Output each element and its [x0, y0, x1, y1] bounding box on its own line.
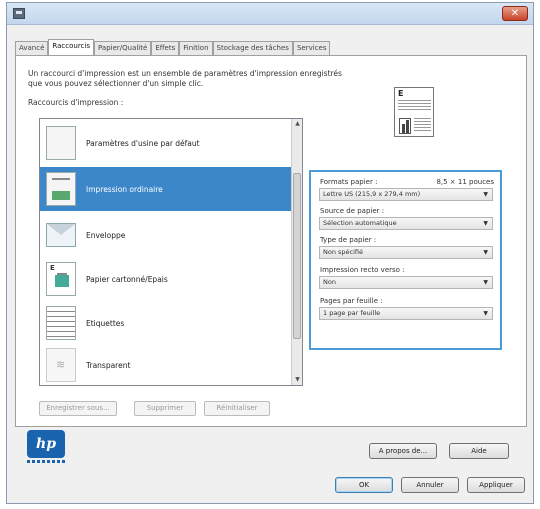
help-button[interactable]: Aide — [449, 443, 509, 459]
scroll-down-icon[interactable]: ▼ — [293, 375, 302, 385]
list-scrollbar[interactable]: ▲ ▼ — [291, 119, 302, 385]
paper-size-note: 8,5 × 11 pouces — [436, 178, 494, 186]
paper-size-select[interactable]: Lettre US (215,9 x 279,4 mm) ▼ — [319, 188, 493, 201]
pages-per-sheet-label: Pages par feuille : — [320, 297, 383, 305]
document-lines-icon — [46, 262, 76, 296]
about-button[interactable]: A propos de... — [369, 443, 437, 459]
hp-logo-tagline — [27, 460, 65, 463]
tab-services[interactable]: Services — [292, 41, 331, 55]
chevron-down-icon: ▼ — [483, 249, 488, 256]
paper-size-label: Formats papier : — [320, 178, 378, 186]
reset-button[interactable]: Réinitialiser — [204, 401, 270, 416]
scroll-thumb[interactable] — [293, 173, 301, 339]
list-item-label: Papier cartonné/Epais — [86, 274, 168, 284]
preview-text-block — [414, 118, 431, 133]
document-photo-icon — [46, 172, 76, 206]
labels-icon — [46, 306, 76, 340]
paper-type-select[interactable]: Non spécifié ▼ — [319, 246, 493, 259]
list-item-factory-defaults[interactable]: Paramètres d'usine par défaut — [40, 121, 292, 165]
ok-button[interactable]: OK — [335, 477, 393, 493]
list-item-label: Transparent — [86, 360, 131, 370]
paper-source-value: Sélection automatique — [323, 219, 397, 227]
list-item-cardstock[interactable]: Papier cartonné/Epais — [40, 257, 292, 301]
envelope-icon — [46, 223, 76, 247]
scroll-up-icon[interactable]: ▲ — [293, 119, 302, 129]
title-bar: ✕ — [7, 3, 533, 25]
pages-per-sheet-select[interactable]: 1 page par feuille ▼ — [319, 307, 493, 320]
preview-chart-icon — [399, 118, 411, 134]
shortcut-settings: Formats papier : 8,5 × 11 pouces Lettre … — [309, 170, 502, 350]
list-item-labels[interactable]: Etiquettes — [40, 301, 292, 345]
list-item-transparency[interactable]: Transparent — [40, 343, 292, 385]
chevron-down-icon: ▼ — [483, 310, 488, 317]
list-item-label: Etiquettes — [86, 318, 125, 328]
tab-paper-quality[interactable]: Papier/Qualité — [94, 41, 152, 55]
chevron-down-icon: ▼ — [483, 220, 488, 227]
tab-job-storage[interactable]: Stockage des tâches — [212, 41, 293, 55]
tab-finishing[interactable]: Finition — [179, 41, 213, 55]
hp-logo: hp — [27, 430, 65, 458]
shortcuts-list[interactable]: Paramètres d'usine par défaut Impression… — [39, 118, 303, 386]
pages-per-sheet-value: 1 page par feuille — [323, 309, 381, 317]
list-item-label: Paramètres d'usine par défaut — [86, 138, 200, 148]
preview-text-lines — [398, 100, 431, 110]
tab-advanced[interactable]: Avancé — [15, 41, 49, 55]
cancel-button[interactable]: Annuler — [401, 477, 459, 493]
duplex-select[interactable]: Non ▼ — [319, 276, 493, 289]
paper-type-label: Type de papier : — [320, 236, 377, 244]
list-item-label: Enveloppe — [86, 230, 126, 240]
list-item-label: Impression ordinaire — [86, 184, 163, 194]
paper-type-value: Non spécifié — [323, 248, 364, 256]
list-item-everyday-printing[interactable]: Impression ordinaire — [40, 167, 292, 211]
printer-properties-dialog: ✕ Avancé Raccourcis Papier/Qualité Effet… — [6, 2, 534, 504]
tab-effects[interactable]: Effets — [151, 41, 180, 55]
tab-shortcuts[interactable]: Raccourcis — [48, 39, 94, 55]
save-as-button[interactable]: Enregistrer sous... — [39, 401, 117, 416]
shortcuts-list-label: Raccourcis d'impression : — [28, 98, 124, 107]
shortcuts-panel: Un raccourci d'impression est un ensembl… — [15, 55, 527, 427]
duplex-label: Impression recto verso : — [320, 266, 405, 274]
paper-source-select[interactable]: Sélection automatique ▼ — [319, 217, 493, 230]
printer-icon — [13, 8, 25, 19]
preview-letter: E — [398, 89, 404, 98]
list-item-envelope[interactable]: Enveloppe — [40, 213, 292, 257]
chevron-down-icon: ▼ — [483, 279, 488, 286]
paper-source-label: Source de papier : — [320, 207, 385, 215]
duplex-value: Non — [323, 278, 336, 286]
close-button[interactable]: ✕ — [502, 6, 528, 21]
shortcuts-description: Un raccourci d'impression est un ensembl… — [28, 69, 342, 88]
chevron-down-icon: ▼ — [483, 191, 488, 198]
delete-button[interactable]: Supprimer — [134, 401, 196, 416]
transparency-icon — [46, 348, 76, 382]
apply-button[interactable]: Appliquer — [467, 477, 525, 493]
blank-page-icon — [46, 126, 76, 160]
paper-size-value: Lettre US (215,9 x 279,4 mm) — [323, 190, 421, 198]
tab-strip: Avancé Raccourcis Papier/Qualité Effets … — [15, 39, 331, 55]
page-preview: E — [394, 87, 434, 137]
